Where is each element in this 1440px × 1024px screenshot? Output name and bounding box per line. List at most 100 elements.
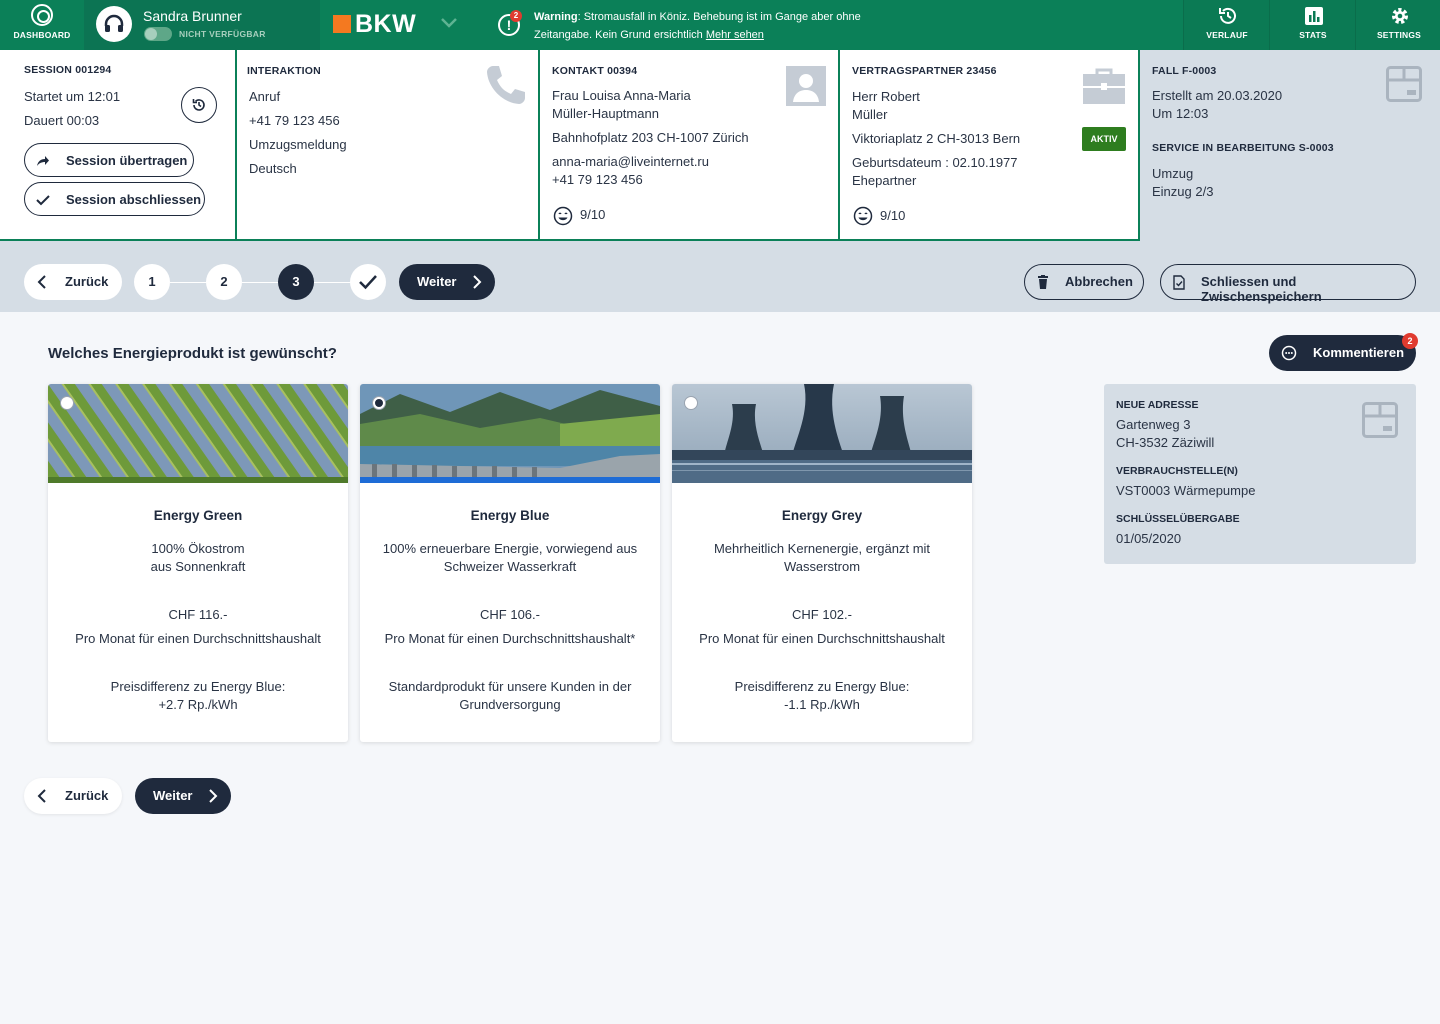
contact-name-cont: Müller-Hauptmann	[552, 106, 659, 121]
step-bar: Zurück 1 2 3 Weiter Abbrechen Schliessen…	[0, 241, 1440, 312]
chevron-left-icon	[37, 789, 46, 803]
availability-status: NICHT VERFÜGBAR	[179, 29, 266, 39]
cancel-label: Abbrechen	[1065, 274, 1133, 289]
step-3[interactable]: 3	[278, 264, 314, 300]
product-price-note: Pro Monat für einen Durchschnittshaushal…	[384, 631, 636, 646]
status-badge: AKTIV	[1082, 127, 1126, 151]
contact-title: KONTAKT 00394	[552, 65, 638, 77]
step-complete[interactable]	[350, 264, 386, 300]
session-close-label: Session abschliessen	[66, 192, 202, 207]
product-desc-cont: aus Sonnenkraft	[150, 559, 246, 574]
address-title: NEUE ADRESSE	[1116, 399, 1199, 411]
comment-button[interactable]: Kommentieren 2	[1269, 333, 1418, 371]
address-line: Gartenweg 3	[1116, 417, 1191, 432]
check-icon	[36, 195, 50, 206]
new-address-panel: NEUE ADRESSE Gartenweg 3 CH-3532 Zäziwil…	[1104, 384, 1416, 564]
nav-label: STATS	[1299, 30, 1327, 40]
product-diff-value: +2.7 Rp./kWh	[158, 697, 238, 712]
save-close-label: Schliessen und Zwischenspeichern	[1201, 274, 1322, 304]
phone-icon	[487, 66, 525, 104]
smiley-icon	[553, 206, 573, 226]
chevron-right-icon	[473, 275, 482, 289]
partner-name-cont: Müller	[852, 107, 888, 122]
next-button[interactable]: Weiter	[399, 264, 495, 300]
contact-name: Frau Louisa Anna-Maria	[552, 88, 691, 103]
product-price-note: Pro Monat für einen Durchschnittshaushal…	[75, 631, 321, 646]
product-card-blue[interactable]: Energy Blue 100% erneuerbare Energie, vo…	[360, 384, 660, 742]
back-label: Zurück	[65, 274, 109, 289]
product-desc-cont: Wasserstrom	[783, 559, 861, 574]
session-start: Startet um 12:01	[24, 89, 121, 104]
product-radio[interactable]	[684, 396, 698, 410]
case-created: Erstellt am 20.03.2020	[1152, 88, 1283, 103]
session-transfer-button[interactable]: Session übertragen	[24, 143, 194, 177]
document-check-icon	[1173, 275, 1185, 290]
interaction-panel: INTERAKTION Anruf +41 79 123 456 Umzugsm…	[237, 50, 540, 241]
user-status[interactable]: Sandra Brunner NICHT VERFÜGBAR	[84, 0, 320, 50]
step-2[interactable]: 2	[206, 264, 242, 300]
cancel-button[interactable]: Abbrechen	[1024, 264, 1144, 300]
warning-banner: ! 2 Warning: Stromausfall in Köniz. Behe…	[498, 6, 868, 46]
product-desc: 100% Ökostrom	[151, 541, 245, 556]
trash-icon	[1038, 275, 1048, 289]
dashboard-label: DASHBOARD	[13, 30, 71, 40]
brand-logo-mark	[333, 15, 351, 33]
product-card-green[interactable]: Energy Green 100% Ökostrom aus Sonnenkra…	[48, 384, 348, 742]
bottom-back-button[interactable]: Zurück	[24, 778, 122, 814]
smiley-icon	[853, 206, 873, 226]
interaction-line: Anruf	[249, 89, 281, 104]
top-bar: DASHBOARD Sandra Brunner NICHT VERFÜGBAR…	[0, 0, 1440, 50]
stats-icon	[1305, 7, 1323, 25]
contact-email[interactable]: anna-maria@liveinternet.ru	[552, 154, 709, 169]
product-card-grey[interactable]: Energy Grey Mehrheitlich Kernenergie, er…	[672, 384, 972, 742]
dashboard-icon	[31, 4, 53, 26]
box-icon	[1386, 66, 1422, 102]
product-diff: Preisdifferenz zu Energy Blue:	[734, 679, 910, 694]
service-title: SERVICE IN BEARBEITUNG S-0003	[1152, 142, 1334, 154]
product-radio[interactable]	[60, 396, 74, 410]
nav-stats[interactable]: STATS	[1269, 0, 1355, 50]
product-price: CHF 116.-	[168, 607, 228, 622]
contact-address: Bahnhofplatz 203 CH-1007 Zürich	[552, 130, 749, 145]
key-handover-date: 01/05/2020	[1116, 531, 1182, 546]
interaction-line: Umzugsmeldung	[249, 137, 347, 152]
brand-logo-text: BKW	[355, 10, 417, 38]
chevron-right-icon	[209, 789, 218, 803]
warning-more-link[interactable]: Mehr sehen	[706, 29, 764, 41]
hydro-dam-image	[360, 384, 660, 483]
nav-label: SETTINGS	[1376, 30, 1422, 40]
headset-icon	[96, 6, 132, 42]
save-close-button[interactable]: Schliessen und Zwischenspeichern	[1160, 264, 1416, 304]
partner-panel[interactable]: VERTRAGSPARTNER 23456 Herr Robert Müller…	[840, 50, 1140, 241]
back-button[interactable]: Zurück	[24, 264, 122, 300]
product-radio[interactable]	[372, 396, 386, 410]
dashboard-button[interactable]: DASHBOARD	[0, 0, 84, 50]
session-close-button[interactable]: Session abschliessen	[24, 182, 205, 216]
contact-phone[interactable]: +41 79 123 456	[552, 172, 643, 187]
nav-settings[interactable]: SETTINGS	[1355, 0, 1440, 50]
nav-verlauf[interactable]: VERLAUF	[1183, 0, 1269, 50]
warning-text: : Stromausfall in Köniz. Behebung ist im…	[534, 11, 861, 41]
product-diff-value: Grundversorgung	[459, 697, 561, 712]
partner-address: Viktoriaplatz 2 CH-3013 Bern	[852, 131, 1021, 146]
case-time: Um 12:03	[1152, 106, 1209, 121]
next-label: Weiter	[153, 788, 193, 803]
product-name: Energy Green	[153, 508, 243, 523]
question-title: Welches Energieprodukt ist gewünscht?	[48, 345, 337, 362]
case-panel: FALL F-0003 Erstellt am 20.03.2020 Um 12…	[1140, 50, 1440, 241]
contact-avatar-icon	[786, 66, 826, 106]
product-name: Energy Blue	[470, 508, 550, 523]
session-duration: Dauert 00:03	[24, 113, 100, 128]
availability-toggle[interactable]	[144, 27, 172, 41]
bottom-next-button[interactable]: Weiter	[135, 778, 231, 814]
step-1[interactable]: 1	[134, 264, 170, 300]
user-name: Sandra Brunner	[143, 8, 242, 24]
consumption-title: VERBRAUCHSTELLE(N)	[1116, 465, 1238, 477]
session-history-button[interactable]	[181, 87, 217, 123]
product-desc: 100% erneuerbare Energie, vorwiegend aus	[382, 541, 638, 556]
product-name: Energy Grey	[781, 508, 863, 523]
warning-title: Warning	[534, 11, 578, 23]
step-connector	[314, 282, 351, 283]
partner-score: 9/10	[880, 208, 906, 223]
contact-panel[interactable]: KONTAKT 00394 Frau Louisa Anna-Maria Mül…	[540, 50, 840, 241]
